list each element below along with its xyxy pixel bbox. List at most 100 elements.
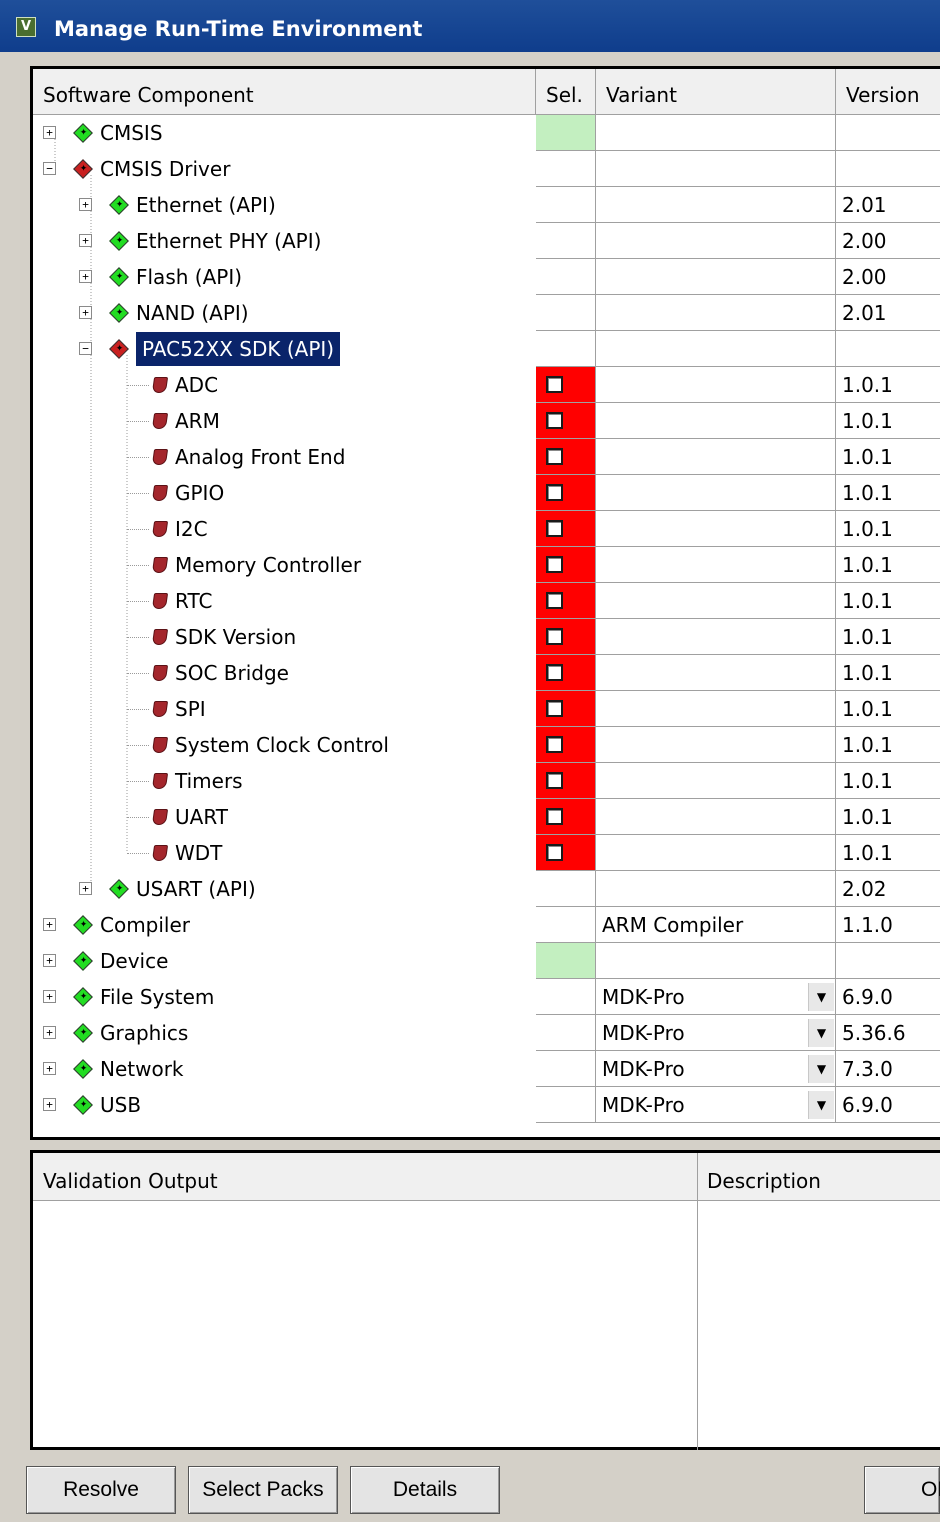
column-header-sel[interactable]: Sel. <box>536 69 596 114</box>
sel-cell[interactable] <box>536 187 596 223</box>
variant-cell[interactable]: MDK-Pro ▼ <box>596 1015 836 1051</box>
details-button[interactable]: Details <box>350 1466 500 1514</box>
component-label[interactable]: Compiler <box>100 907 190 943</box>
select-checkbox[interactable] <box>546 844 563 861</box>
sel-cell[interactable] <box>536 115 596 151</box>
component-row[interactable]: RTC 1.0.1 <box>33 583 940 619</box>
expand-icon[interactable]: + <box>43 954 56 967</box>
chevron-down-icon[interactable]: ▼ <box>808 1091 834 1119</box>
sel-cell[interactable] <box>536 871 596 907</box>
component-label[interactable]: SPI <box>175 691 206 727</box>
component-row[interactable]: System Clock Control 1.0.1 <box>33 727 940 763</box>
component-row[interactable]: I2C 1.0.1 <box>33 511 940 547</box>
component-label[interactable]: Analog Front End <box>175 439 345 475</box>
sel-cell[interactable] <box>536 1015 596 1051</box>
sel-cell[interactable] <box>536 1051 596 1087</box>
component-row[interactable]: SDK Version 1.0.1 <box>33 619 940 655</box>
component-label[interactable]: USART (API) <box>136 871 256 907</box>
component-label[interactable]: Ethernet (API) <box>136 187 276 223</box>
ok-button[interactable]: OK <box>864 1466 940 1514</box>
component-row[interactable]: + ✦ Ethernet PHY (API) 2.00 <box>33 223 940 259</box>
component-row[interactable]: + ✦ File System MDK-Pro ▼ 6.9.0 <box>33 979 940 1015</box>
select-checkbox[interactable] <box>546 376 563 393</box>
component-row[interactable]: + ✦ Compiler ARM Compiler 1.1.0 <box>33 907 940 943</box>
component-label[interactable]: File System <box>100 979 214 1015</box>
component-label[interactable]: System Clock Control <box>175 727 389 763</box>
column-header-variant[interactable]: Variant <box>596 69 836 114</box>
component-label[interactable]: Network <box>100 1051 184 1087</box>
component-row[interactable]: SOC Bridge 1.0.1 <box>33 655 940 691</box>
select-checkbox[interactable] <box>546 736 563 753</box>
expand-icon[interactable]: + <box>79 270 92 283</box>
expand-icon[interactable]: + <box>79 882 92 895</box>
select-checkbox[interactable] <box>546 628 563 645</box>
variant-cell[interactable]: MDK-Pro ▼ <box>596 1087 836 1123</box>
component-row[interactable]: UART 1.0.1 <box>33 799 940 835</box>
sel-cell[interactable] <box>536 331 596 367</box>
column-header-version[interactable]: Version <box>836 69 940 114</box>
expand-icon[interactable]: + <box>79 306 92 319</box>
variant-cell[interactable]: MDK-Pro ▼ <box>596 979 836 1015</box>
select-checkbox[interactable] <box>546 556 563 573</box>
column-header-component[interactable]: Software Component <box>33 69 536 114</box>
component-row[interactable]: + ✦ Network MDK-Pro ▼ 7.3.0 <box>33 1051 940 1087</box>
component-row[interactable]: + ✦ Graphics MDK-Pro ▼ 5.36.6 <box>33 1015 940 1051</box>
component-label[interactable]: CMSIS <box>100 115 163 151</box>
chevron-down-icon[interactable]: ▼ <box>808 1019 834 1047</box>
sel-cell[interactable] <box>536 259 596 295</box>
sel-cell[interactable] <box>536 943 596 979</box>
component-label[interactable]: RTC <box>175 583 212 619</box>
component-label[interactable]: Device <box>100 943 168 979</box>
variant-cell[interactable]: MDK-Pro ▼ <box>596 1051 836 1087</box>
component-row[interactable]: Timers 1.0.1 <box>33 763 940 799</box>
component-row[interactable]: + ✦ USB MDK-Pro ▼ 6.9.0 <box>33 1087 940 1123</box>
sel-cell[interactable] <box>536 979 596 1015</box>
expand-icon[interactable]: + <box>79 198 92 211</box>
component-row[interactable]: Analog Front End 1.0.1 <box>33 439 940 475</box>
component-label[interactable]: Memory Controller <box>175 547 361 583</box>
select-checkbox[interactable] <box>546 772 563 789</box>
expand-icon[interactable]: + <box>43 990 56 1003</box>
collapse-icon[interactable]: − <box>79 342 92 355</box>
component-label[interactable]: WDT <box>175 835 222 871</box>
component-label[interactable]: PAC52XX SDK (API) <box>136 332 341 366</box>
select-checkbox[interactable] <box>546 448 563 465</box>
expand-icon[interactable]: + <box>43 918 56 931</box>
select-checkbox[interactable] <box>546 700 563 717</box>
column-header-validation-output[interactable]: Validation Output <box>33 1153 218 1200</box>
component-label[interactable]: GPIO <box>175 475 224 511</box>
expand-icon[interactable]: + <box>43 1062 56 1075</box>
component-row[interactable]: + ✦ Ethernet (API) 2.01 <box>33 187 940 223</box>
select-checkbox[interactable] <box>546 412 563 429</box>
component-label[interactable]: ARM <box>175 403 220 439</box>
component-row[interactable]: − ✦ PAC52XX SDK (API) <box>33 331 940 367</box>
component-row[interactable]: + ✦ Device <box>33 943 940 979</box>
component-row[interactable]: GPIO 1.0.1 <box>33 475 940 511</box>
expand-icon[interactable]: + <box>43 126 56 139</box>
component-label[interactable]: Flash (API) <box>136 259 242 295</box>
chevron-down-icon[interactable]: ▼ <box>808 983 834 1011</box>
collapse-icon[interactable]: − <box>43 162 56 175</box>
component-row[interactable]: SPI 1.0.1 <box>33 691 940 727</box>
component-label[interactable]: UART <box>175 799 228 835</box>
component-row[interactable]: + ✦ Flash (API) 2.00 <box>33 259 940 295</box>
select-checkbox[interactable] <box>546 592 563 609</box>
component-row[interactable]: ARM 1.0.1 <box>33 403 940 439</box>
sel-cell[interactable] <box>536 223 596 259</box>
sel-cell[interactable] <box>536 295 596 331</box>
component-label[interactable]: Graphics <box>100 1015 188 1051</box>
component-label[interactable]: Timers <box>175 763 243 799</box>
resolve-button[interactable]: Resolve <box>26 1466 176 1514</box>
component-label[interactable]: USB <box>100 1087 141 1123</box>
select-checkbox[interactable] <box>546 808 563 825</box>
select-packs-button[interactable]: Select Packs <box>188 1466 338 1514</box>
component-label[interactable]: SOC Bridge <box>175 655 289 691</box>
component-row[interactable]: − ✦ CMSIS Driver <box>33 151 940 187</box>
component-label[interactable]: CMSIS Driver <box>100 151 230 187</box>
column-header-description[interactable]: Description <box>697 1153 821 1200</box>
sel-cell[interactable] <box>536 907 596 943</box>
component-label[interactable]: SDK Version <box>175 619 296 655</box>
sel-cell[interactable] <box>536 151 596 187</box>
select-checkbox[interactable] <box>546 484 563 501</box>
component-row[interactable]: Memory Controller 1.0.1 <box>33 547 940 583</box>
